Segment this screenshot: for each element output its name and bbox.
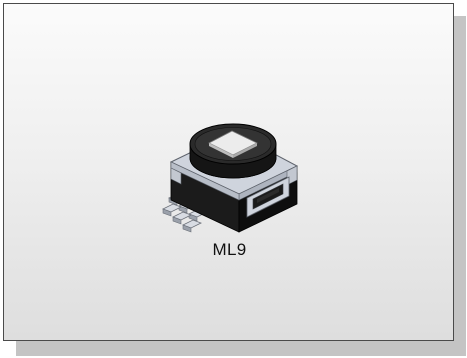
knob bbox=[189, 123, 277, 179]
component-card[interactable]: ML9 bbox=[3, 3, 454, 341]
component-label: ML9 bbox=[212, 240, 247, 259]
rotary-encoder-component-icon[interactable] bbox=[159, 114, 309, 239]
